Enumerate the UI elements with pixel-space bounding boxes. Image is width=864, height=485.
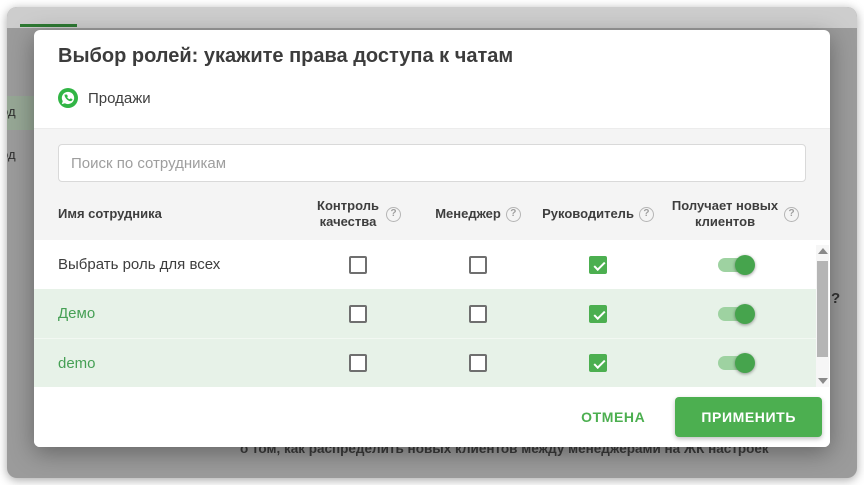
apply-button[interactable]: ПРИМЕНИТЬ: [675, 397, 822, 437]
cancel-button[interactable]: ОТМЕНА: [581, 409, 645, 425]
employee-name: Демо: [34, 305, 304, 322]
scroll-up-icon[interactable]: [818, 248, 828, 254]
toggle-knob: [735, 255, 755, 275]
dialog-footer: ОТМЕНА ПРИМЕНИТЬ: [34, 387, 830, 447]
channel-name: Продажи: [88, 90, 151, 107]
employee-name: demo: [34, 355, 304, 372]
toggle-knob: [735, 353, 755, 373]
search-and-header-section: Имя сотрудника Контроль качества ? Менед…: [34, 128, 830, 240]
toggle-knob: [735, 304, 755, 324]
employee-search-input[interactable]: [58, 144, 806, 182]
help-icon[interactable]: ?: [386, 207, 401, 222]
table-row: Выбрать роль для всех: [34, 240, 818, 289]
column-label: Имя сотрудника: [58, 206, 162, 222]
scrollbar-thumb[interactable]: [817, 261, 828, 357]
manager-checkbox[interactable]: [469, 354, 487, 372]
column-label: Руководитель: [542, 206, 634, 222]
help-icon[interactable]: ?: [784, 207, 799, 222]
quality-control-checkbox[interactable]: [349, 305, 367, 323]
column-header-name: Имя сотрудника: [34, 206, 304, 222]
employee-name: Выбрать роль для всех: [34, 256, 304, 273]
table-row: Демо: [34, 289, 818, 338]
background-text-fragment: од: [7, 104, 16, 119]
background-text-fragment: од: [7, 147, 16, 162]
table-body: Выбрать роль для всех Демо demo: [34, 240, 830, 388]
help-icon[interactable]: ?: [506, 207, 521, 222]
column-header-supervisor: Руководитель ?: [544, 206, 652, 222]
active-tab-indicator: [20, 24, 77, 27]
manager-checkbox[interactable]: [469, 305, 487, 323]
receives-new-clients-toggle[interactable]: [718, 307, 752, 321]
quality-control-checkbox[interactable]: [349, 256, 367, 274]
role-selection-dialog: Выбор ролей: укажите права доступа к чат…: [34, 30, 830, 447]
scroll-down-icon[interactable]: [818, 378, 828, 384]
supervisor-checkbox[interactable]: [589, 305, 607, 323]
column-header-new-clients: Получает новых клиентов ?: [652, 198, 818, 231]
manager-checkbox[interactable]: [469, 256, 487, 274]
table-scrollbar[interactable]: [816, 245, 829, 387]
screen: од од ? о том, как распределить новых кл…: [0, 0, 864, 485]
column-label: Получает новых клиентов: [671, 198, 779, 231]
receives-new-clients-toggle[interactable]: [718, 258, 752, 272]
background-tab-bar: [7, 7, 857, 28]
quality-control-checkbox[interactable]: [349, 354, 367, 372]
supervisor-checkbox[interactable]: [589, 256, 607, 274]
receives-new-clients-toggle[interactable]: [718, 356, 752, 370]
background-help-glyph: ?: [831, 290, 840, 307]
channel-row: Продажи: [58, 88, 151, 108]
column-label: Менеджер: [435, 206, 501, 222]
column-header-quality-control: Контроль качества ?: [304, 198, 412, 231]
table-row: demo: [34, 338, 818, 387]
supervisor-checkbox[interactable]: [589, 354, 607, 372]
table-header-row: Имя сотрудника Контроль качества ? Менед…: [34, 189, 818, 239]
column-label: Контроль качества: [315, 198, 381, 231]
column-header-manager: Менеджер ?: [412, 206, 544, 222]
dialog-title: Выбор ролей: укажите права доступа к чат…: [58, 45, 513, 68]
whatsapp-icon: [58, 88, 78, 108]
